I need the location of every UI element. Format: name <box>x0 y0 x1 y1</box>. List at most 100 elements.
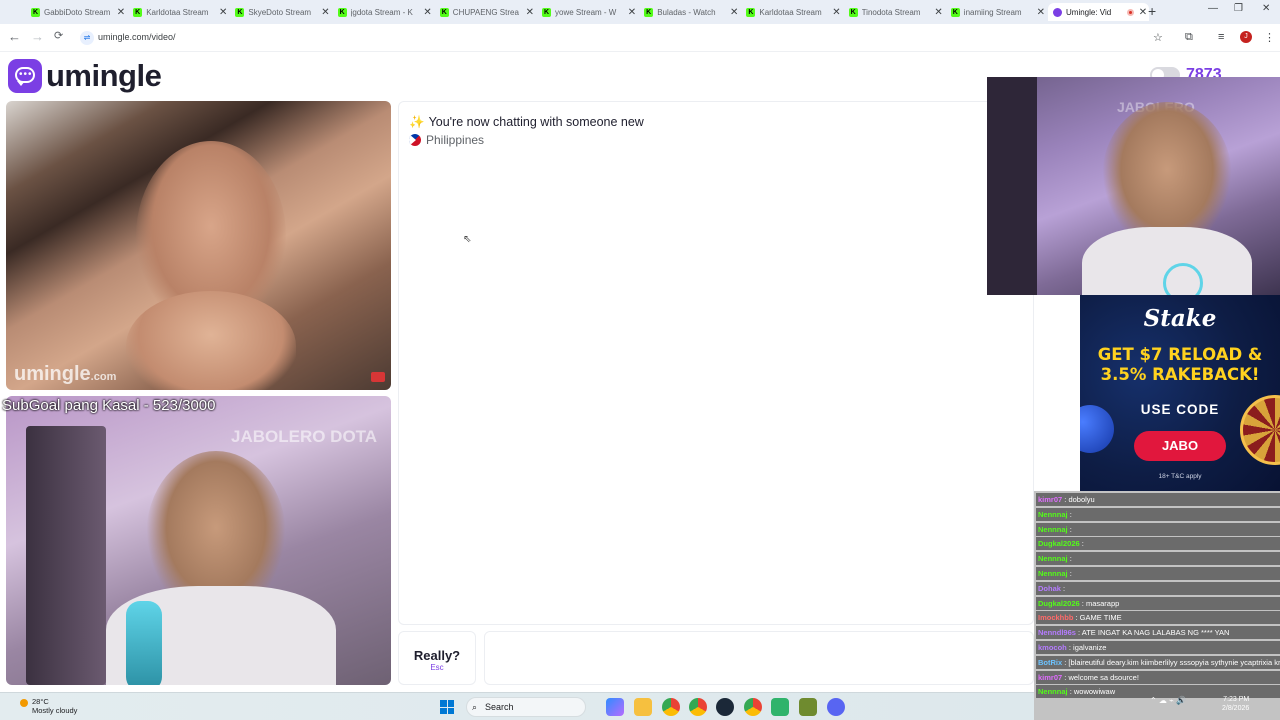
message-input[interactable] <box>484 631 1034 685</box>
obs-app-icon[interactable] <box>771 698 789 716</box>
stream-chat-message: kimr07 : welcome sa dsource! <box>1036 670 1280 684</box>
microphone-ring <box>1163 263 1203 295</box>
stream-chat-message: kimr07 : dobolyu <box>1036 493 1280 506</box>
back-icon[interactable]: ← <box>8 29 21 44</box>
tab-title: jgdota Stream - K <box>350 7 413 17</box>
ad-promo-code[interactable]: JABO <box>1134 431 1226 461</box>
close-tab-icon[interactable]: ✕ <box>933 7 945 18</box>
stream-chat-message: Imockhbb : GAME TIME <box>1036 611 1280 625</box>
file-explorer-app-icon[interactable] <box>634 698 652 716</box>
kick-favicon-icon: K <box>746 7 756 17</box>
taskbar-search[interactable]: ⌕ Search <box>466 697 586 717</box>
browser-tab[interactable]: K GabbiDoto Stream ✕ <box>26 3 127 21</box>
kick-favicon-icon: K <box>133 7 143 17</box>
discord-app-icon[interactable] <box>827 698 845 716</box>
browser-tab[interactable]: K Karldotaa Stream ✕ <box>128 3 229 21</box>
extensions-icon[interactable]: ⧉ <box>1185 31 1193 44</box>
chrome-app-icon[interactable] <box>662 698 680 716</box>
close-tab-icon[interactable]: ✕ <box>626 7 638 18</box>
chrome-profile-app-icon[interactable] <box>689 698 707 716</box>
system-tray-icons[interactable]: ⌃ ☁ ⌁ 🔊 <box>1150 696 1186 705</box>
chat-text: : wowowiwaw <box>1069 687 1116 697</box>
ad-terms: 18+ T&C apply <box>1158 473 1202 480</box>
stream-chat-message: Dugkal2026 : masarapp <box>1036 596 1280 610</box>
search-icon: ⌕ <box>472 702 478 712</box>
close-tab-icon[interactable]: ✕ <box>524 7 536 18</box>
maximize-icon[interactable]: ❐ <box>1234 3 1243 14</box>
chat-text: : dobolyu <box>1064 495 1095 504</box>
browser-tab[interactable]: Kjgdota Stream - K ✕ <box>333 3 434 21</box>
close-tab-icon[interactable]: ✕ <box>115 7 127 18</box>
chat-username: Imockhbb <box>1038 613 1074 623</box>
close-tab-icon[interactable]: ✕ <box>422 7 434 18</box>
kick-favicon-icon: K <box>31 7 40 17</box>
kick-favicon-icon: K <box>542 7 551 17</box>
weather-widget[interactable]: 28°C Mostly cloudy <box>20 697 77 715</box>
stream-chat-overlay: kimr07 : dobolyu Nennnaj : Nennnaj : Dugkal… <box>1034 491 1280 720</box>
stream-chat-message: Nenndl96s : ATE INGAT KA NAG LALABAS NG … <box>1036 626 1280 640</box>
tab-title: Karldotaa Stream <box>759 7 822 17</box>
bookmark-star-icon[interactable]: ☆ <box>1153 31 1163 44</box>
ad-brand: Stake <box>1143 305 1217 332</box>
chat-text: : [blaireutiful deary.kim kiimberlilyy s… <box>1064 657 1280 667</box>
dota-app-icon[interactable] <box>799 698 817 716</box>
chat-username: Nennnaj <box>1038 524 1068 534</box>
kick-favicon-icon: K <box>337 7 347 17</box>
philippines-flag-icon <box>409 134 421 146</box>
stranger-video: umingle.com <box>6 101 391 390</box>
url-text[interactable]: umingle.com/video/ <box>98 32 176 42</box>
browser-tab[interactable]: Umingle: Vid ✕ <box>1048 3 1149 21</box>
stake-ad[interactable]: Stake GET $7 RELOAD & 3.5% RAKEBACK! USE… <box>1080 295 1280 491</box>
minimize-icon[interactable]: — <box>1208 3 1218 14</box>
kick-favicon-icon: K <box>235 7 245 17</box>
close-tab-icon[interactable]: ✕ <box>319 7 331 18</box>
kick-favicon-icon: K <box>950 7 960 17</box>
door <box>987 77 1037 295</box>
wall-logo: JABOLERO DOTA <box>231 427 378 446</box>
close-tab-icon[interactable]: ✕ <box>728 7 740 18</box>
close-tab-icon[interactable]: ✕ <box>830 7 842 18</box>
chat-username: kimr07 <box>1038 495 1063 504</box>
tab-search-icon[interactable]: ≡ <box>1218 31 1224 43</box>
browser-tab[interactable]: K Buladas - Watch ✕ <box>639 3 740 21</box>
close-tab-icon[interactable]: ✕ <box>1035 7 1047 18</box>
close-tab-icon[interactable]: ✕ <box>217 7 229 18</box>
chat-panel: ✨ You're now chatting with someone new Ph… <box>398 101 1034 625</box>
start-button[interactable] <box>440 700 454 714</box>
close-window-icon[interactable]: ✕ <box>1262 3 1270 14</box>
browser-tab[interactable]: K SkyeDoto Stream ✕ <box>230 3 331 21</box>
browser-tab[interactable]: K CHUPAENG Strea ✕ <box>435 3 536 21</box>
report-flag-icon[interactable] <box>371 372 385 382</box>
tab-title: CHUPAENG Strea <box>452 7 519 17</box>
browser-tab[interactable]: Kinamiing Stream ✕ <box>946 3 1047 21</box>
browser-tab[interactable]: K Karldotaa Stream ✕ <box>741 3 842 21</box>
menu-kebab-icon[interactable]: ⋮ <box>1264 31 1275 44</box>
skip-button[interactable]: Really? Esc <box>398 631 476 685</box>
stream-chat-message: kmocoh : igalvanize <box>1036 641 1280 654</box>
new-tab-button[interactable]: + <box>1148 3 1156 19</box>
stream-chat-message: Nennnaj : <box>1036 522 1280 536</box>
stream-chat-message: Nennnaj : <box>1036 552 1280 566</box>
chat-status-message: ✨ You're now chatting with someone new <box>409 115 644 129</box>
browser-tab[interactable]: K Tinodota Stream ✕ <box>844 3 945 21</box>
subgoal-overlay: SubGoal pang Kasal - 523/3000 <box>2 397 216 414</box>
forward-icon[interactable]: → <box>31 29 44 44</box>
chrome-app-icon-2[interactable] <box>744 698 762 716</box>
tab-title: inamiing Stream <box>963 7 1022 17</box>
self-video: JABOLERO DOTA <box>6 396 391 685</box>
browser-tab[interactable]: Kyowe Stream - W ✕ <box>537 3 638 21</box>
site-info-icon[interactable]: ⇌ <box>80 31 94 45</box>
umingle-logo[interactable]: ••• umingle <box>8 58 162 94</box>
steam-app-icon[interactable] <box>716 698 734 716</box>
chat-username: kimr07 <box>1038 672 1063 682</box>
chat-username: BotRix <box>1038 657 1063 667</box>
streamer-webcam: JABOLERO <box>987 77 1280 295</box>
chat-text: : <box>1063 583 1066 593</box>
ad-headline: GET $7 RELOAD & 3.5% RAKEBACK! <box>1097 345 1263 384</box>
taskbar-clock[interactable]: 7:23 PM 2/8/2026 <box>1222 695 1249 713</box>
profile-avatar[interactable]: J <box>1240 31 1252 43</box>
copilot-app-icon[interactable] <box>606 698 624 716</box>
tab-strip: K GabbiDoto Stream ✕ K Karldotaa Stream ✕ K Sky… <box>0 0 1280 24</box>
reload-icon[interactable]: ⟳ <box>54 29 63 42</box>
address-bar[interactable]: ⇌ umingle.com/video/ <box>76 27 1170 49</box>
